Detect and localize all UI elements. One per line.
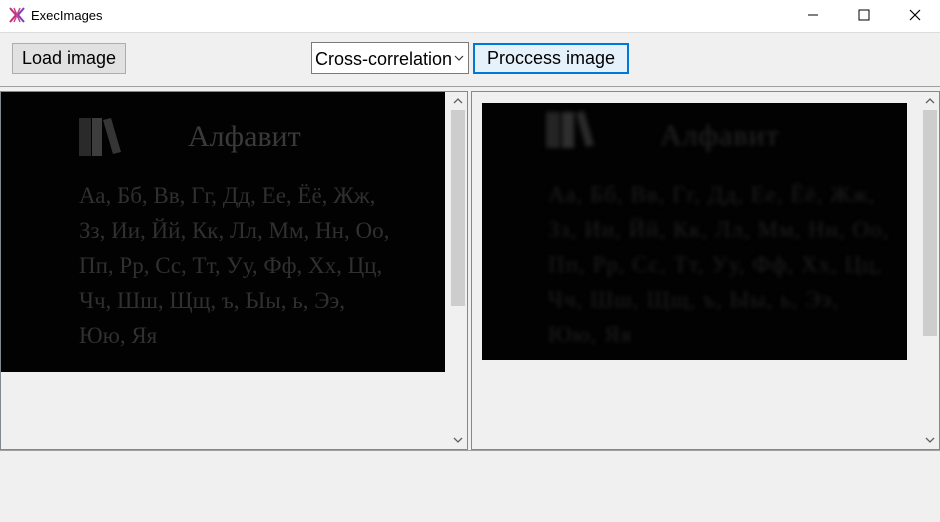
minimize-button[interactable] (790, 0, 836, 30)
book-icon (546, 111, 594, 148)
close-icon (909, 9, 921, 21)
titlebar-divider (0, 32, 940, 33)
method-select[interactable]: Cross-correlation (311, 42, 469, 74)
scroll-up-icon[interactable] (921, 92, 939, 110)
scroll-up-icon[interactable] (449, 92, 467, 110)
close-button[interactable] (892, 0, 938, 30)
minimize-icon (808, 14, 818, 16)
maximize-button[interactable] (841, 0, 887, 30)
window-title: ExecImages (31, 8, 103, 23)
process-image-button[interactable]: Proccess image (473, 43, 629, 74)
result-vertical-scrollbar[interactable] (921, 92, 939, 449)
source-image-panel[interactable]: Алфавит Аа, Бб, Вв, Гг, Дд, Ее, Ёё, Жж, … (0, 91, 468, 450)
scroll-thumb[interactable] (923, 110, 937, 336)
source-vertical-scrollbar[interactable] (449, 92, 467, 449)
chevron-down-icon (454, 55, 464, 61)
scroll-down-icon[interactable] (449, 431, 467, 449)
result-image-panel[interactable]: Алфавит Аа, Бб, Вв, Гг, Дд, Ее, Ёё, Жж, … (471, 91, 940, 450)
result-image: Алфавит Аа, Бб, Вв, Гг, Дд, Ее, Ёё, Жж, … (482, 103, 907, 360)
book-icon (79, 118, 121, 156)
maximize-icon (858, 9, 870, 21)
source-image-text: Аа, Бб, Вв, Гг, Дд, Ее, Ёё, Жж, Зз, Ии, … (79, 183, 390, 348)
title-bar: ExecImages (0, 0, 940, 32)
source-image: Алфавит Аа, Бб, Вв, Гг, Дд, Ее, Ёё, Жж, … (1, 92, 445, 372)
load-image-button[interactable]: Load image (12, 43, 126, 74)
app-icon (8, 6, 26, 24)
scroll-thumb[interactable] (451, 110, 465, 306)
method-select-value: Cross-correlation (315, 49, 453, 69)
bottom-area (0, 450, 940, 522)
source-image-title: Алфавит (188, 120, 301, 153)
result-image-title: Алфавит (660, 119, 780, 152)
scroll-down-icon[interactable] (921, 431, 939, 449)
result-image-text: Аа, Бб, Вв, Гг, Дд, Ее, Ёё, Жж, Зз, Ии, … (548, 182, 890, 347)
toolbar-divider (0, 86, 940, 87)
blurred-content: Алфавит Аа, Бб, Вв, Гг, Дд, Ее, Ёё, Жж, … (482, 103, 907, 360)
